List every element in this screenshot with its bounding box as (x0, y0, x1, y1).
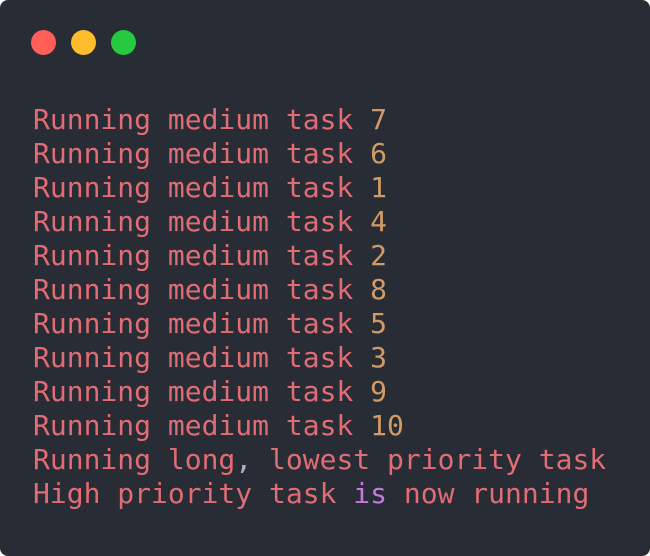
terminal-output: Running medium task 7 Running medium task… (33, 103, 606, 511)
output-line: Running medium task 7 (33, 103, 606, 137)
task-number: 9 (370, 375, 388, 408)
line-text: Running medium task (33, 205, 371, 238)
output-line: Running medium task 5 (33, 307, 606, 341)
line-text: Running long (33, 443, 236, 476)
line-text: Running medium task (33, 375, 371, 408)
line-text: High priority task (33, 477, 354, 510)
line-text: Running medium task (33, 171, 371, 204)
line-text: Running medium task (33, 103, 371, 136)
close-button[interactable] (31, 30, 56, 55)
line-text: now running (387, 477, 590, 510)
task-number: 3 (370, 341, 388, 374)
task-number: 1 (370, 171, 388, 204)
maximize-button[interactable] (111, 30, 136, 55)
task-number: 10 (370, 409, 404, 442)
terminal-window: Running medium task 7 Running medium task… (0, 0, 650, 556)
output-line: Running medium task 3 (33, 341, 606, 375)
output-line: Running medium task 10 (33, 409, 606, 443)
line-text: Running medium task (33, 307, 371, 340)
output-line: Running medium task 6 (33, 137, 606, 171)
output-line: Running medium task 2 (33, 239, 606, 273)
output-line: Running medium task 8 (33, 273, 606, 307)
minimize-button[interactable] (71, 30, 96, 55)
task-number: 4 (370, 205, 388, 238)
line-text: Running medium task (33, 273, 371, 306)
task-number: 2 (370, 239, 388, 272)
output-line: Running medium task 1 (33, 171, 606, 205)
line-text: Running medium task (33, 409, 371, 442)
line-text: Running medium task (33, 137, 371, 170)
line-text: Running medium task (33, 341, 371, 374)
output-line: Running medium task 9 (33, 375, 606, 409)
window-controls (31, 30, 136, 55)
task-number: 6 (370, 137, 388, 170)
task-number: 8 (370, 273, 388, 306)
keyword: is (353, 477, 388, 510)
output-line: Running medium task 4 (33, 205, 606, 239)
output-line-long: Running long, lowest priority task (33, 443, 606, 477)
output-line-high: High priority task is now running (33, 477, 606, 511)
line-text: Running medium task (33, 239, 371, 272)
line-text: lowest priority task (252, 443, 607, 476)
task-number: 5 (370, 307, 388, 340)
task-number: 7 (370, 103, 388, 136)
comma: , (235, 443, 253, 476)
